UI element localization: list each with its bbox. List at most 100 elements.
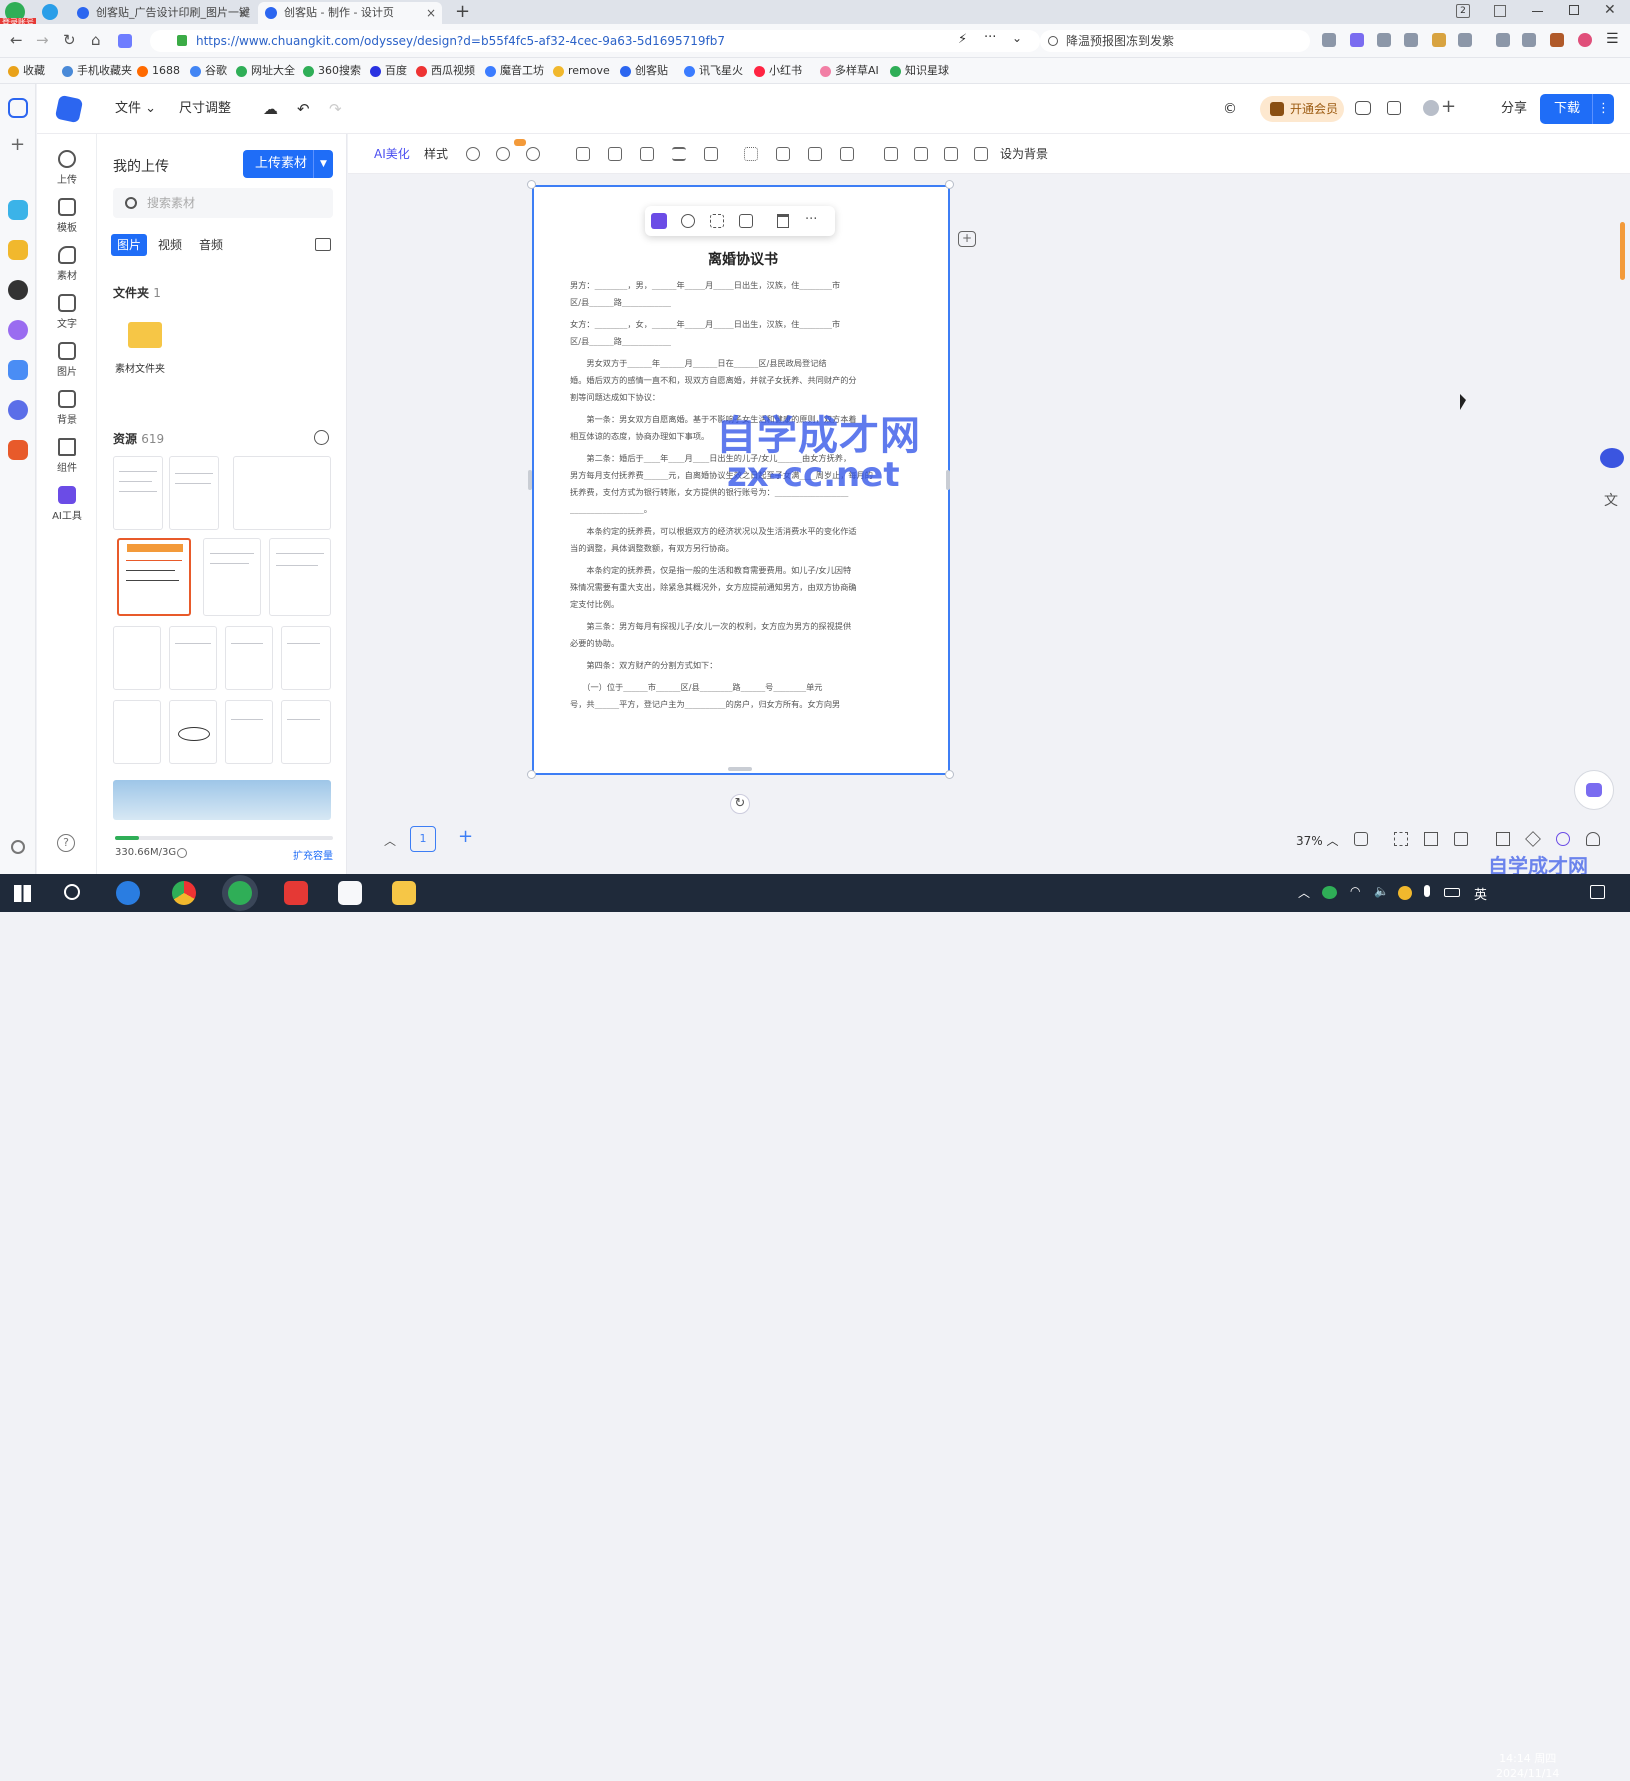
rail-templates[interactable]: 模板 <box>37 192 97 238</box>
add-collaborator-icon[interactable]: + <box>1441 96 1456 117</box>
bookmark-item[interactable]: 360搜索 <box>303 63 361 79</box>
wechat-icon[interactable] <box>1322 886 1337 899</box>
collaborator-avatar[interactable] <box>1423 100 1439 116</box>
ai-icon[interactable] <box>118 34 132 48</box>
undo-icon[interactable]: ↶ <box>297 100 310 118</box>
translate-icon[interactable] <box>1350 33 1364 47</box>
border-icon[interactable] <box>808 147 822 161</box>
page-number[interactable]: 1 <box>410 826 436 852</box>
rotate-icon[interactable]: ↻ <box>730 794 750 814</box>
download-button[interactable]: 下载 ⋮ <box>1540 94 1614 124</box>
scissors-icon[interactable] <box>1322 33 1336 47</box>
rail-images[interactable]: 图片 <box>37 336 97 382</box>
new-tab-button[interactable]: + <box>455 1 470 22</box>
more-icon[interactable]: ··· <box>805 212 817 227</box>
system-clock[interactable]: 14:14 周四 2024/11/14 <box>1496 1751 1559 1781</box>
eye-icon[interactable] <box>1377 33 1391 47</box>
resize-handle[interactable] <box>527 180 536 189</box>
upload-button[interactable]: 上传素材 ▼ <box>243 150 333 178</box>
download-icon[interactable] <box>1496 33 1510 47</box>
cutout-icon[interactable] <box>608 147 622 161</box>
delete-icon[interactable] <box>777 214 789 228</box>
position-icon[interactable] <box>704 147 718 161</box>
bookmark-item[interactable]: 多样草AI <box>820 63 879 79</box>
home-icon[interactable]: ⌂ <box>91 32 101 48</box>
chrome-icon[interactable] <box>172 881 196 905</box>
rail-elements[interactable]: 素材 <box>37 240 97 286</box>
close-icon[interactable]: × <box>238 2 248 24</box>
headset-icon[interactable] <box>1586 832 1600 846</box>
filter-icon[interactable] <box>466 147 480 161</box>
reload-icon[interactable]: ↻ <box>63 32 76 48</box>
settings-icon[interactable] <box>11 840 25 854</box>
ai-edit-icon[interactable] <box>651 213 667 229</box>
file-explorer-icon[interactable] <box>392 881 416 905</box>
keyboard-icon[interactable] <box>1444 888 1460 897</box>
shape-icon[interactable] <box>496 147 510 161</box>
resize-handle[interactable] <box>946 470 950 490</box>
lock-icon[interactable] <box>884 147 898 161</box>
asset-search-input[interactable]: 搜索素材 <box>113 188 333 218</box>
download-more-icon[interactable]: ⋮ <box>1592 94 1614 124</box>
image-edit-icon[interactable] <box>739 214 753 228</box>
app-icon[interactable] <box>8 200 28 220</box>
bookmark-item[interactable]: 小红书 <box>754 63 802 79</box>
tab-audio[interactable]: 音频 <box>193 234 229 256</box>
resource-thumbnail[interactable] <box>269 538 331 616</box>
bookmark-item[interactable]: 收藏 <box>8 63 45 79</box>
resize-handle[interactable] <box>945 180 954 189</box>
back-icon[interactable]: ← <box>10 32 23 48</box>
feedback-icon[interactable] <box>1387 101 1401 115</box>
bookmark-item[interactable]: 百度 <box>370 63 407 79</box>
tab-images[interactable]: 图片 <box>111 234 148 256</box>
bookmark-item[interactable]: 魔音工坊 <box>485 63 544 79</box>
browser-search-input[interactable]: 降温预报图冻到发紫 <box>1040 30 1310 52</box>
app-tray-icon[interactable] <box>1398 886 1412 900</box>
bookmark-item[interactable]: 网址大全 <box>236 63 295 79</box>
undo-icon[interactable] <box>1522 33 1536 47</box>
ai-beautify-button[interactable]: AI美化 <box>374 145 410 163</box>
resource-thumbnail[interactable] <box>225 700 273 764</box>
tab-chuangkit-home[interactable]: 创客贴_广告设计印刷_图片一键 × <box>70 2 254 24</box>
minimize-icon[interactable] <box>1532 11 1543 12</box>
magic-icon[interactable] <box>526 147 540 161</box>
zoom-control[interactable]: 37% ︿ <box>1296 832 1339 849</box>
help-icon[interactable]: ? <box>57 834 75 852</box>
resource-thumbnail[interactable] <box>117 538 191 616</box>
close-window-icon[interactable]: ✕ <box>1604 2 1616 18</box>
bookmark-item[interactable]: 谷歌 <box>190 63 227 79</box>
page-up-icon[interactable]: ︿ <box>384 832 396 849</box>
bookmark-item[interactable]: 创客贴 <box>620 63 668 79</box>
forward-icon[interactable]: → <box>36 32 49 48</box>
resource-thumbnail[interactable] <box>203 538 261 616</box>
game-icon[interactable] <box>8 440 28 460</box>
home-icon[interactable] <box>8 98 28 118</box>
search-icon[interactable] <box>64 884 80 900</box>
delete-icon[interactable] <box>944 147 958 161</box>
bookmark-item[interactable]: 手机收藏夹 <box>62 63 132 79</box>
rail-background[interactable]: 背景 <box>37 384 97 430</box>
ime-indicator[interactable]: 英 <box>1474 884 1487 903</box>
bookmark-item[interactable]: 1688 <box>137 63 180 79</box>
layers-icon[interactable] <box>840 147 854 161</box>
bookmark-item[interactable]: 西瓜视频 <box>416 63 475 79</box>
close-icon[interactable]: × <box>426 2 436 24</box>
rail-text[interactable]: 文字 <box>37 288 97 334</box>
resource-thumbnail[interactable] <box>169 456 219 530</box>
xmind-icon[interactable] <box>284 881 308 905</box>
office-icon[interactable] <box>338 881 362 905</box>
browser-360-icon[interactable] <box>228 881 252 905</box>
rail-components[interactable]: 组件 <box>37 432 97 478</box>
replace-icon[interactable] <box>974 147 988 161</box>
resize-menu[interactable]: 尺寸调整 <box>179 100 231 118</box>
add-icon[interactable]: + <box>10 134 25 155</box>
resource-thumbnail[interactable] <box>113 626 161 690</box>
rail-ai-tools[interactable]: AI工具 <box>37 480 97 526</box>
folder-item[interactable]: 素材文件夹 <box>115 318 179 380</box>
windows-start-icon[interactable] <box>14 885 31 902</box>
mic-icon[interactable] <box>1424 885 1430 897</box>
style-button[interactable]: 样式 <box>424 145 448 163</box>
resource-thumbnail[interactable] <box>113 780 331 820</box>
chevron-down-icon[interactable]: ▼ <box>313 150 333 178</box>
resize-handle[interactable] <box>728 767 752 771</box>
